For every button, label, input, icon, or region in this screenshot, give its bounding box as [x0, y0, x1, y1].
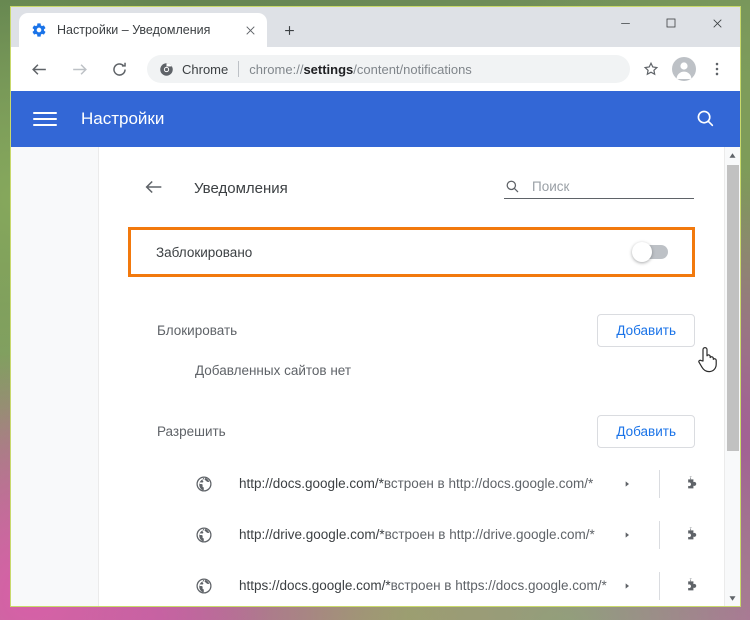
hamburger-icon[interactable]	[33, 107, 57, 131]
allowed-site-list: http://docs.google.com/*встроен в http:/…	[99, 458, 724, 606]
site-row[interactable]: https://docs.google.com/*встроен в https…	[99, 560, 724, 606]
star-icon[interactable]	[636, 54, 666, 84]
search-input[interactable]	[532, 178, 694, 194]
subpage-title: Уведомления	[194, 179, 288, 197]
url-suffix: /content/notifications	[353, 61, 472, 77]
puzzle-piece-icon[interactable]	[682, 576, 702, 596]
search-icon[interactable]	[694, 107, 718, 131]
site-url: http://drive.google.com/*	[239, 526, 385, 542]
chrome-logo-icon	[159, 62, 174, 77]
blocked-toggle-row[interactable]: Заблокировано	[128, 227, 695, 277]
avatar-icon	[672, 57, 696, 81]
allow-section-header: Разрешить Добавить	[99, 414, 724, 448]
allow-section-title: Разрешить	[157, 423, 226, 439]
site-text: http://docs.google.com/*встроен в http:/…	[239, 475, 593, 493]
scrollbar-thumb[interactable]	[727, 165, 739, 452]
scrollbar-track[interactable]	[725, 163, 740, 590]
three-dot-menu-icon[interactable]	[702, 54, 732, 84]
globe-icon	[195, 526, 213, 544]
gear-icon	[31, 22, 47, 38]
add-allow-button[interactable]: Добавить	[597, 414, 695, 448]
address-bar[interactable]: Chrome chrome://settings/content/notific…	[147, 55, 630, 83]
avatar[interactable]	[669, 54, 699, 84]
reload-button[interactable]	[103, 53, 135, 85]
site-embedded-origin: встроен в http://docs.google.com/*	[383, 475, 594, 491]
site-row[interactable]: http://docs.google.com/*встроен в http:/…	[99, 458, 724, 509]
close-window-button[interactable]	[694, 7, 740, 39]
site-text: https://docs.google.com/*встроен в https…	[239, 577, 607, 595]
forward-button[interactable]	[63, 53, 95, 85]
site-embedded-origin: встроен в https://docs.google.com/*	[390, 577, 607, 593]
chevron-right-icon[interactable]	[617, 474, 637, 494]
left-rail	[11, 147, 99, 606]
site-embedded-origin: встроен в http://drive.google.com/*	[384, 526, 595, 542]
puzzle-piece-icon[interactable]	[682, 525, 702, 545]
block-empty-text: Добавленных сайтов нет	[195, 363, 352, 378]
row-divider	[659, 469, 660, 498]
back-button[interactable]	[23, 53, 55, 85]
block-section-header: Блокировать Добавить	[99, 313, 724, 347]
settings-header: Настройки	[11, 91, 740, 147]
row-divider	[659, 520, 660, 549]
site-url: http://docs.google.com/*	[239, 475, 384, 491]
content-area: Уведомления Заблокировано	[11, 147, 740, 606]
tab-strip: Настройки – Уведомления	[11, 7, 740, 47]
scroll-up-arrow-icon[interactable]	[725, 147, 741, 163]
blocked-toggle-switch[interactable]	[632, 242, 668, 262]
search-icon	[504, 178, 520, 194]
close-icon[interactable]	[241, 21, 259, 39]
blocked-toggle-label: Заблокировано	[156, 244, 253, 260]
scroll-down-arrow-icon[interactable]	[725, 590, 741, 606]
chevron-right-icon[interactable]	[617, 525, 637, 545]
browser-window: Настройки – Уведомления Chrome chrome://…	[10, 6, 741, 607]
page-title: Настройки	[81, 109, 165, 128]
minimize-button[interactable]	[602, 7, 648, 39]
new-tab-button[interactable]	[275, 16, 303, 44]
browser-toolbar: Chrome chrome://settings/content/notific…	[11, 47, 740, 91]
block-section-title: Блокировать	[157, 322, 238, 338]
window-controls	[602, 7, 740, 39]
globe-icon	[195, 577, 213, 595]
url-text: chrome://settings/content/notifications	[249, 62, 472, 77]
puzzle-piece-icon[interactable]	[682, 474, 702, 494]
site-text: http://drive.google.com/*встроен в http:…	[239, 526, 595, 544]
chrome-badge: Chrome	[159, 62, 228, 77]
maximize-button[interactable]	[648, 7, 694, 39]
browser-tab[interactable]: Настройки – Уведомления	[19, 13, 267, 47]
url-strong: settings	[303, 61, 354, 77]
toggle-knob	[632, 242, 652, 262]
site-row[interactable]: http://drive.google.com/*встроен в http:…	[99, 509, 724, 560]
row-divider	[659, 571, 660, 600]
subpage-header: Уведомления	[99, 147, 724, 209]
globe-icon	[195, 475, 213, 493]
settings-card: Уведомления Заблокировано	[99, 147, 724, 606]
chrome-label: Chrome	[182, 61, 229, 77]
page-content: Настройки Уведомления Поиск Заблокирован…	[11, 91, 740, 606]
add-block-button[interactable]: Добавить	[597, 313, 695, 347]
site-url: https://docs.google.com/*	[239, 577, 391, 593]
search-box[interactable]	[504, 178, 694, 199]
chevron-right-icon[interactable]	[617, 576, 637, 596]
omnibox-divider	[238, 61, 240, 77]
tab-title: Настройки – Уведомления	[57, 23, 211, 37]
back-arrow-icon[interactable]	[143, 176, 167, 200]
page-scrollbar[interactable]	[724, 147, 740, 606]
url-prefix: chrome://	[249, 61, 304, 77]
